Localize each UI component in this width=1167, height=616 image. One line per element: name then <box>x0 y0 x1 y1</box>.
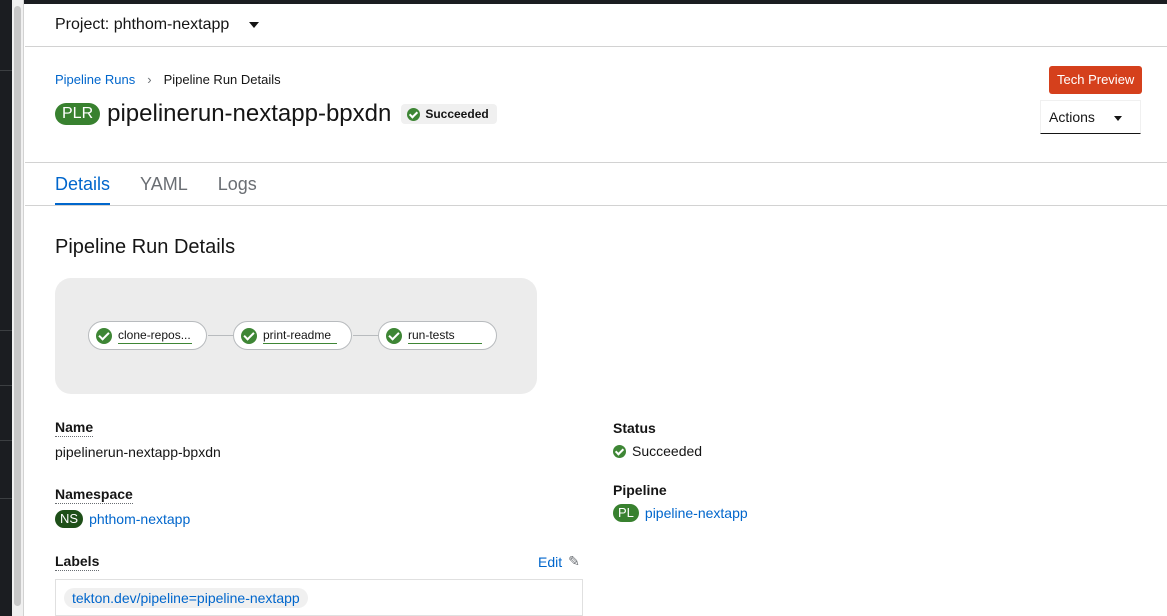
check-circle-icon <box>407 107 421 121</box>
namespace-link[interactable]: NS phthom-nextapp <box>55 510 190 528</box>
pipeline-link[interactable]: PL pipeline-nextapp <box>613 504 748 522</box>
breadcrumb: Pipeline Runs › Pipeline Run Details <box>55 72 281 87</box>
graph-edge <box>353 335 379 336</box>
page-heading: PLR pipelinerun-nextapp-bpxdn Succeeded <box>55 100 497 128</box>
pencil-icon: ✎ <box>568 553 580 569</box>
tab-bar: Details YAML Logs <box>55 172 287 206</box>
section-title: Pipeline Run Details <box>55 236 236 258</box>
labels-label: Labels <box>55 553 100 571</box>
sidebar-scrollbar[interactable] <box>12 0 24 616</box>
task-node-print-readme[interactable]: print-readme <box>233 321 352 350</box>
page-title: pipelinerun-nextapp-bpxdn <box>107 100 392 127</box>
name-value: pipelinerun-nextapp-bpxdn <box>55 444 221 460</box>
scrollbar-thumb[interactable] <box>14 6 21 606</box>
tab-logs[interactable]: Logs <box>218 172 257 206</box>
status-badge: Succeeded <box>401 104 497 124</box>
status-badge-label: Succeeded <box>425 107 489 121</box>
project-selector[interactable]: Project: phthom-nextapp <box>25 4 1167 47</box>
check-circle-icon <box>96 327 112 344</box>
name-label: Name <box>55 419 94 437</box>
status-label: Status <box>613 420 656 436</box>
status-value: Succeeded <box>613 443 702 459</box>
namespace-badge: NS <box>55 510 84 528</box>
chevron-right-icon: › <box>147 72 152 87</box>
header-divider <box>25 162 1167 163</box>
actions-label: Actions <box>1049 109 1095 125</box>
status-value-text: Succeeded <box>632 443 703 459</box>
edit-labels-button[interactable]: Edit ✎ <box>538 553 580 570</box>
task-node-label: run-tests <box>408 328 482 344</box>
task-node-clone-repository[interactable]: clone-repos... <box>88 321 207 350</box>
resource-badge-plr: PLR <box>55 103 101 125</box>
main-content: Project: phthom-nextapp Pipeline Runs › … <box>25 4 1167 616</box>
task-node-run-tests[interactable]: run-tests <box>378 321 497 350</box>
label-chip[interactable]: tekton.dev/pipeline=pipeline-nextapp <box>64 588 308 608</box>
pipeline-graph: clone-repos... print-readme run-tests <box>55 278 537 394</box>
actions-dropdown[interactable]: Actions <box>1040 100 1141 134</box>
namespace-label: Namespace <box>55 486 133 504</box>
labels-list: tekton.dev/pipeline=pipeline-nextapp <box>55 579 583 616</box>
namespace-value[interactable]: phthom-nextapp <box>89 511 190 527</box>
project-label: Project: phthom-nextapp <box>55 16 230 33</box>
task-node-label: clone-repos... <box>118 327 192 344</box>
tab-yaml[interactable]: YAML <box>140 172 188 206</box>
graph-edge <box>208 335 234 336</box>
task-node-label: print-readme <box>263 328 337 344</box>
tab-details[interactable]: Details <box>55 172 111 206</box>
caret-down-icon <box>1114 116 1122 121</box>
tech-preview-badge: Tech Preview <box>1049 66 1143 94</box>
breadcrumb-current: Pipeline Run Details <box>163 72 281 87</box>
nav-sidebar-edge <box>0 0 12 616</box>
caret-down-icon[interactable] <box>249 22 260 28</box>
check-circle-icon <box>613 444 626 458</box>
pipeline-label: Pipeline <box>613 482 667 498</box>
pipeline-value[interactable]: pipeline-nextapp <box>645 505 748 521</box>
edit-label: Edit <box>538 553 563 570</box>
check-circle-icon <box>241 327 257 344</box>
tabs-divider <box>25 205 1167 206</box>
check-circle-icon <box>386 327 402 344</box>
breadcrumb-pipeline-runs-link[interactable]: Pipeline Runs <box>55 72 135 87</box>
pipeline-badge: PL <box>613 504 639 522</box>
